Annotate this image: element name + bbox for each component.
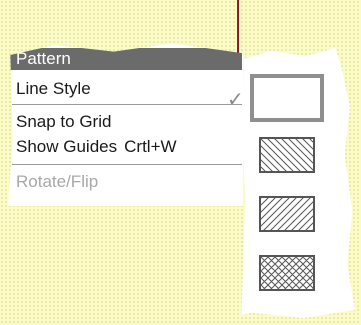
menu-separator	[12, 164, 242, 165]
menu-item-label: Show Guides	[16, 137, 118, 156]
backslash-hatch-pattern-icon[interactable]	[259, 137, 315, 173]
menu-separator	[12, 104, 242, 105]
menu-item-line-style[interactable]: Line Style	[16, 78, 91, 100]
menu-item-rotate-flip: Rotate/Flip	[16, 171, 98, 193]
forward-hatch-pattern-icon[interactable]	[259, 196, 315, 232]
context-menu: Pattern Line Style Snap to Grid Show Gui…	[8, 43, 243, 206]
menu-item-show-guides[interactable]: Show Guides Crtl+W	[16, 136, 177, 158]
menu-item-shortcut: Crtl+W	[124, 137, 177, 156]
menu-item-label: Line Style	[16, 79, 91, 98]
menu-item-snap-to-grid[interactable]: Snap to Grid	[16, 111, 111, 133]
menu-item-label: Snap to Grid	[16, 112, 112, 131]
crosshatch-pattern-icon[interactable]	[259, 255, 315, 291]
menu-item-label: Rotate/Flip	[16, 172, 99, 191]
menu-item-label: Pattern	[16, 49, 71, 68]
menu-item-pattern[interactable]: Pattern	[10, 48, 242, 70]
check-icon: ✓	[227, 89, 244, 111]
solid-pattern-icon[interactable]	[250, 74, 324, 122]
